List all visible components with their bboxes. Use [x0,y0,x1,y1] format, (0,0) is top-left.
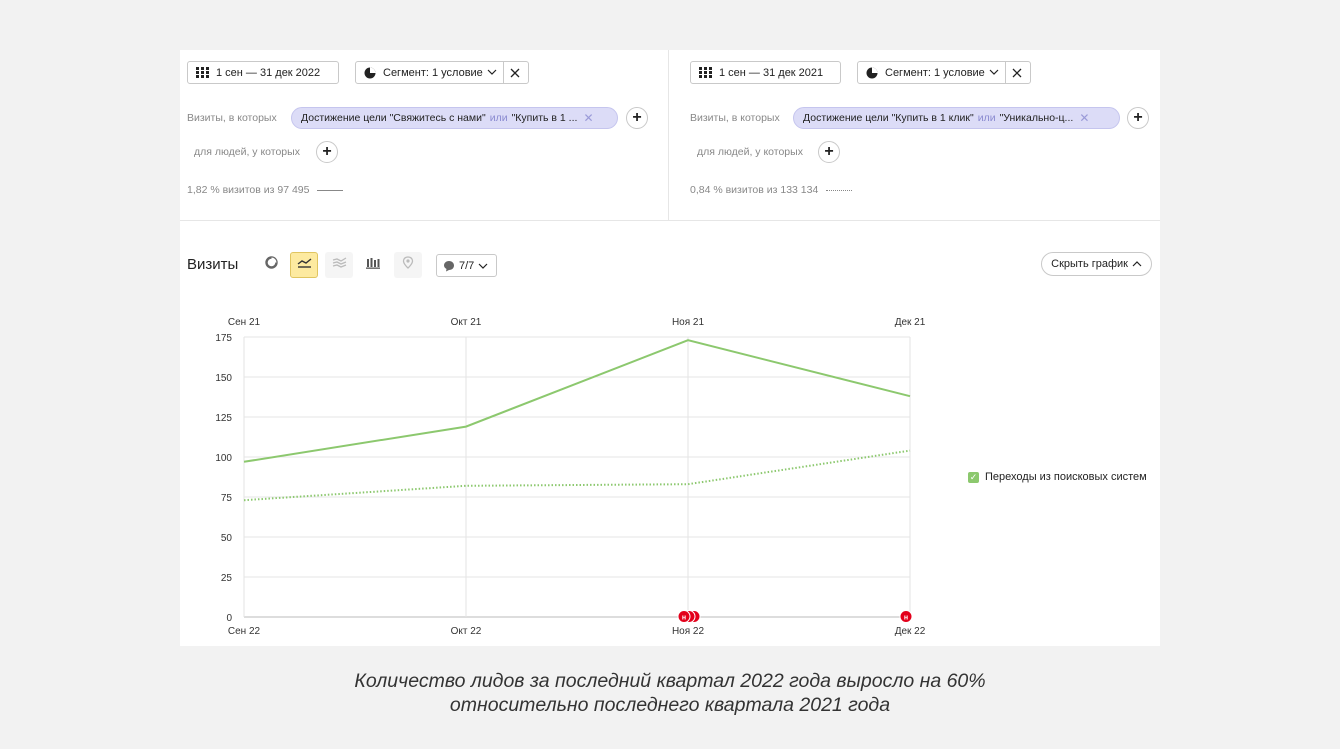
people-condition-label: для людей, у которых [697,146,803,158]
x-tick-label-top: Дек 21 [895,317,926,328]
x-tick-label-bottom: Ноя 22 [672,626,705,637]
figure-caption: Количество лидов за последний квартал 20… [0,669,1340,717]
segment-right: 1 сен — 31 дек 2021 Сегмент: 1 условие В… [669,50,1160,221]
x-tick-label-top: Ноя 21 [672,317,705,328]
chevron-down-icon [487,67,497,78]
chevron-down-icon [989,67,999,78]
map-pin-icon [402,255,414,275]
annotations-dropdown[interactable]: 7/7 [436,254,497,277]
chip-text-b: "Уникально-ц... [999,112,1074,124]
line-chart-icon [297,256,312,274]
y-tick-label: 25 [221,573,233,584]
segment-stat-text: 0,84 % визитов из 133 134 [690,184,819,196]
hide-chart-label: Скрыть график [1051,258,1128,270]
add-condition-button[interactable]: + [1127,107,1149,129]
chart-legend[interactable]: ✓ Переходы из поисковых систем [968,471,1147,483]
x-tick-label-bottom: Дек 22 [895,626,926,637]
visits-condition-label: Визиты, в которых [187,112,277,124]
add-condition-button[interactable]: + [626,107,648,129]
pie-chart-toggle[interactable] [257,252,285,278]
solid-line-legend-icon [317,189,344,191]
people-condition-label: для людей, у которых [194,146,300,158]
date-range-button[interactable]: 1 сен — 31 дек 2021 [690,61,841,84]
annotation-marker [687,610,701,623]
date-range-button[interactable]: 1 сен — 31 дек 2022 [187,61,339,84]
y-tick-label: 50 [221,533,233,544]
chip-text-b: "Купить в 1 ... [511,112,578,124]
pie-chart-icon [264,256,278,274]
report-panel: 1 сен — 31 дек 2022 Сегмент: 1 условие В… [180,50,1160,646]
segment-button[interactable]: Сегмент: 1 условие [355,61,529,84]
date-range-label: 1 сен — 31 дек 2021 [719,66,824,79]
series-line-1 [243,339,911,463]
annotation-marker-label: н [682,615,686,622]
y-tick-label: 75 [221,493,233,504]
x-tick-label-top: Сен 21 [228,317,261,328]
line-chart-toggle[interactable] [290,252,318,278]
dotted-line-legend-icon [826,189,853,191]
hide-chart-button[interactable]: Скрыть график [1041,252,1152,276]
bar-chart-toggle[interactable] [359,252,387,278]
legend-label: Переходы из поисковых систем [985,471,1147,483]
annotation-marker [677,610,691,623]
add-people-condition-button[interactable]: + [316,141,338,163]
segment-label: Сегмент: 1 условие [885,66,985,79]
chip-text-a: Достижение цели "Свяжитесь с нами" [301,112,486,124]
chip-or: или [977,112,996,124]
caption-line-1: Количество лидов за последний квартал 20… [354,670,986,692]
y-tick-label: 0 [226,613,232,624]
pie-icon [866,67,878,79]
chip-text-a: Достижение цели "Купить в 1 клик" [803,112,974,124]
date-range-label: 1 сен — 31 дек 2022 [216,66,321,79]
segment-stat: 1,82 % визитов из 97 495 [187,184,344,196]
annotation-marker-label: н [904,615,908,622]
segment-button[interactable]: Сегмент: 1 условие [857,61,1031,84]
area-chart-toggle[interactable] [325,252,353,278]
series-line-2 [243,449,911,502]
comment-icon [443,260,455,272]
bar-chart-icon [366,256,380,274]
segment-label: Сегмент: 1 условие [383,66,483,79]
y-tick-label: 150 [215,373,232,384]
chart-title: Визиты [187,256,239,273]
area-chart-icon [332,256,347,274]
remove-condition-icon[interactable]: ✕ [583,111,593,125]
visits-condition-label: Визиты, в которых [690,112,780,124]
x-tick-label-bottom: Окт 22 [451,626,482,637]
chevron-up-icon [1132,258,1142,270]
y-tick-label: 125 [215,413,232,424]
goal-condition-chip[interactable]: Достижение цели "Свяжитесь с нами" или "… [291,107,618,129]
annotations-count: 7/7 [459,259,475,272]
y-tick-label: 100 [215,453,232,464]
x-tick-label-bottom: Сен 22 [228,626,261,637]
close-icon[interactable] [502,62,527,83]
remove-condition-icon[interactable]: ✕ [1079,111,1089,125]
calendar-icon [699,67,712,78]
map-toggle[interactable] [394,252,422,278]
segment-stat: 0,84 % визитов из 133 134 [690,184,853,196]
add-people-condition-button[interactable]: + [818,141,840,163]
legend-checkbox-icon[interactable]: ✓ [968,471,979,483]
chip-or: или [489,112,508,124]
chevron-down-icon [478,260,488,272]
annotation-marker [682,610,696,623]
segment-left: 1 сен — 31 дек 2022 Сегмент: 1 условие В… [180,50,669,221]
x-tick-label-top: Окт 21 [451,317,482,328]
annotation-marker [899,610,913,623]
y-tick-label: 175 [215,333,232,344]
goal-condition-chip[interactable]: Достижение цели "Купить в 1 клик" или "У… [793,107,1120,129]
close-icon[interactable] [1004,62,1029,83]
pie-icon [364,67,376,79]
calendar-icon [196,67,209,78]
caption-line-2: относительно последнего квартала 2021 го… [449,694,891,716]
segment-stat-text: 1,82 % визитов из 97 495 [187,184,310,196]
